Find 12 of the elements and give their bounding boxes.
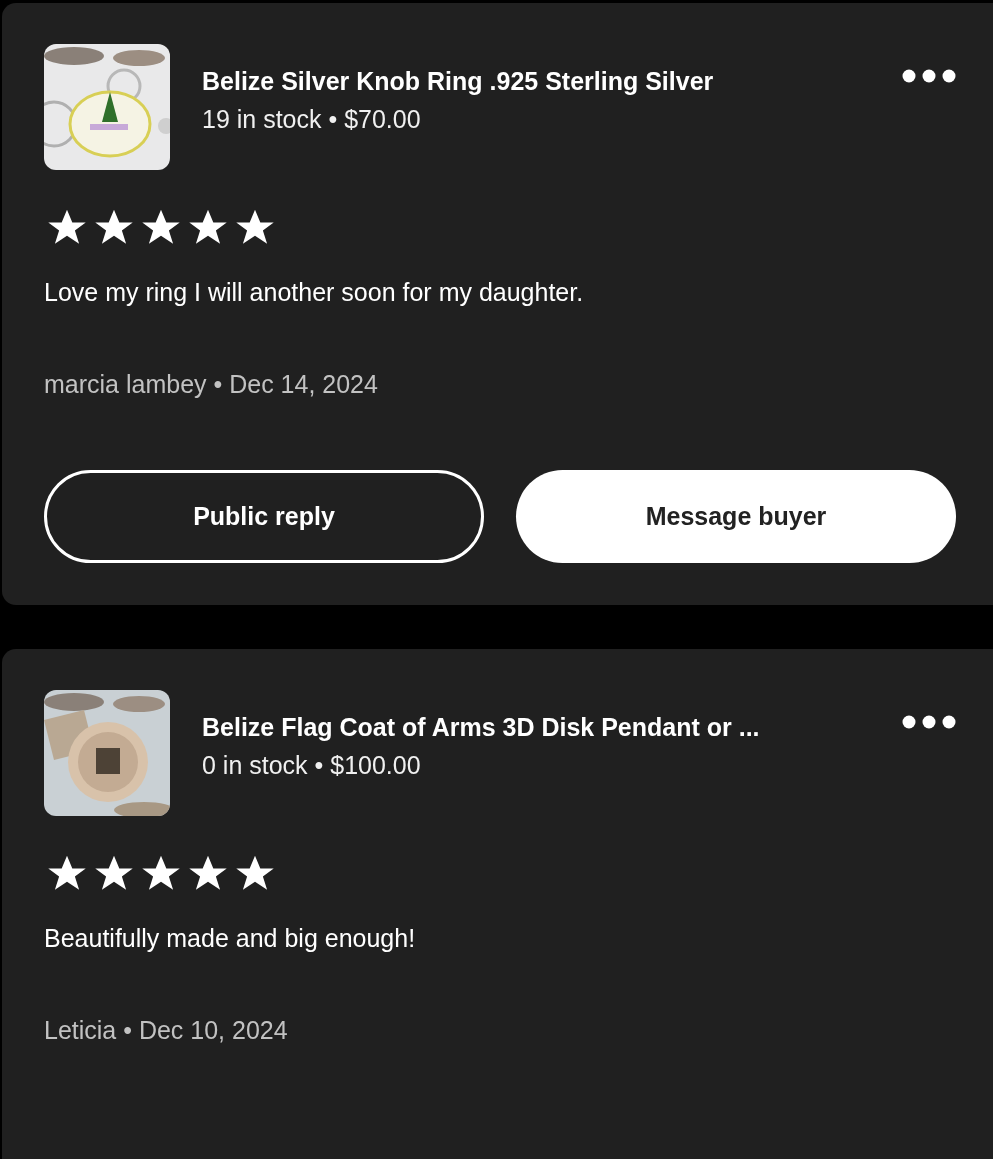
stock-price: 19 in stock • $70.00 [202,104,422,134]
review-text: Beautifully made and big enough! [44,923,417,954]
listing-title[interactable]: Belize Flag Coat of Arms 3D Disk Pendant or ... [202,712,902,742]
more-icon[interactable] [902,69,956,83]
listing-title[interactable]: Belize Silver Knob Ring .925 Sterling Silver [202,66,902,96]
stock-price: 0 in stock • $100.00 [202,750,422,780]
message-button[interactable]: Message buyer [516,470,956,563]
more-icon[interactable] [902,715,956,729]
review-text: Love my ring I will another soon for my daughter. [44,277,585,308]
review-author-date: Leticia • Dec 10, 2024 [44,1015,289,1046]
reply-button[interactable]: Public reply [44,470,484,563]
review-author-date: marcia lambey • Dec 14, 2024 [44,369,379,400]
